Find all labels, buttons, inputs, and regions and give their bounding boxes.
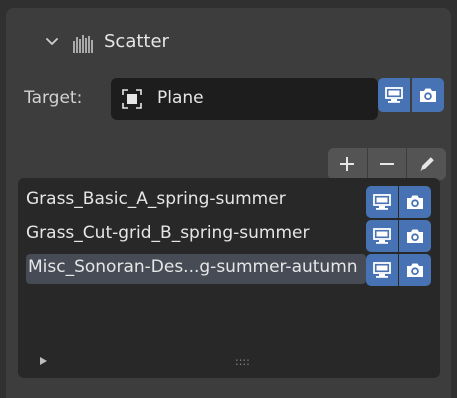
camera-icon xyxy=(420,88,436,102)
monitor-icon xyxy=(373,194,391,210)
list-item[interactable]: Grass_Basic_A_spring-summer xyxy=(26,186,366,216)
panel-title: Scatter xyxy=(104,31,169,52)
resize-grip[interactable]: :::: xyxy=(235,355,250,368)
monitor-icon xyxy=(373,262,391,278)
list-item-render-toggle[interactable] xyxy=(399,220,431,252)
scatter-list[interactable]: Grass_Basic_A_spring-summer Grass_Cut-gr… xyxy=(18,178,440,378)
target-value: Plane xyxy=(157,88,204,108)
scatter-grid-icon xyxy=(73,35,93,53)
plus-icon xyxy=(340,157,354,171)
list-item-render-toggle[interactable] xyxy=(399,254,431,286)
panel-header[interactable]: Scatter xyxy=(6,24,451,60)
pencil-icon xyxy=(420,157,434,171)
target-viewport-toggle[interactable] xyxy=(378,78,410,112)
remove-button[interactable] xyxy=(367,148,406,180)
list-item-label: Grass_Cut-grid_B_spring-summer xyxy=(26,223,310,243)
camera-icon xyxy=(407,229,423,243)
target-label: Target: xyxy=(24,88,83,108)
monitor-icon xyxy=(385,87,403,103)
add-button[interactable] xyxy=(328,148,366,180)
list-item-label: Grass_Basic_A_spring-summer xyxy=(26,189,286,209)
list-item-viewport-toggle[interactable] xyxy=(366,220,398,252)
list-item-render-toggle[interactable] xyxy=(399,186,431,218)
target-object-field[interactable]: Plane xyxy=(111,78,378,120)
list-item[interactable]: Grass_Cut-grid_B_spring-summer xyxy=(26,220,366,250)
list-item-label: Misc_Sonoran-Des...g-summer-autumn xyxy=(28,257,358,277)
list-item-viewport-toggle[interactable] xyxy=(366,254,398,286)
list-item-selected[interactable]: Misc_Sonoran-Des...g-summer-autumn xyxy=(26,254,366,284)
list-item-viewport-toggle[interactable] xyxy=(366,186,398,218)
minus-icon xyxy=(380,163,394,165)
play-triangle-icon[interactable] xyxy=(38,356,48,366)
camera-icon xyxy=(407,263,423,277)
object-plane-icon xyxy=(122,89,142,109)
list-tools xyxy=(328,148,446,180)
camera-icon xyxy=(407,195,423,209)
target-render-toggle[interactable] xyxy=(412,78,444,112)
edit-button[interactable] xyxy=(406,148,447,180)
monitor-icon xyxy=(373,228,391,244)
chevron-down-icon[interactable] xyxy=(46,36,58,48)
